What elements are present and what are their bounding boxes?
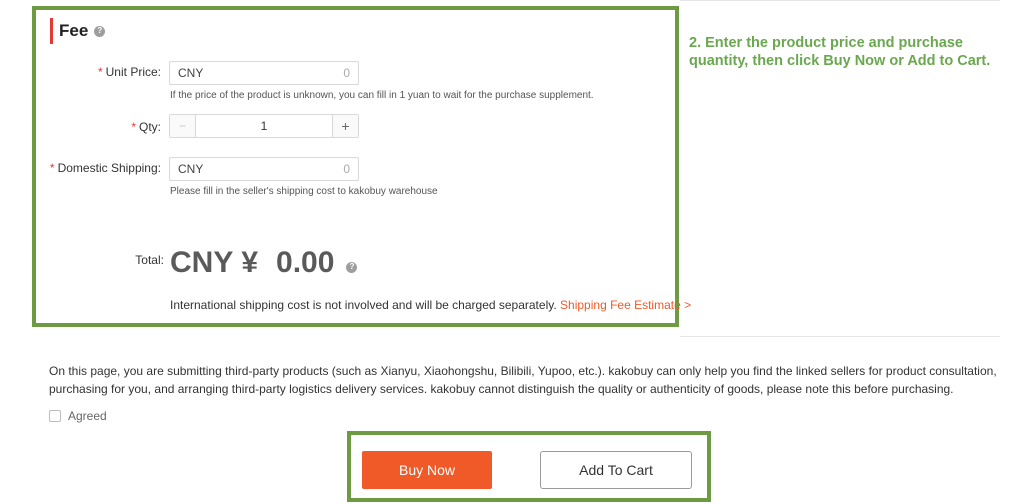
unit-price-value: 0	[343, 66, 350, 80]
agree-row[interactable]: Agreed	[49, 409, 107, 423]
fee-section: Fee ? * Unit Price: CNY 0 If the price of…	[32, 6, 691, 327]
domestic-shipping-value: 0	[343, 162, 350, 176]
unit-price-label: * Unit Price:	[97, 65, 161, 79]
fee-heading: Fee ?	[50, 18, 106, 44]
increase-qty-button[interactable]: +	[332, 115, 358, 137]
domestic-shipping-hint: Please fill in the seller's shipping cos…	[170, 186, 438, 197]
domestic-shipping-label: * Domestic Shipping:	[49, 161, 161, 175]
agree-label: Agreed	[68, 409, 107, 423]
third-party-disclaimer: On this page, you are submitting third-p…	[49, 364, 997, 396]
shipping-fee-estimate-link[interactable]: Shipping Fee Estimate >	[560, 298, 691, 312]
quantity-input[interactable]: 1	[196, 115, 332, 137]
action-highlight: Buy Now Add To Cart	[347, 431, 711, 502]
qty-label: * Qty:	[131, 120, 161, 134]
domestic-shipping-currency: CNY	[178, 162, 204, 176]
quantity-stepper: − 1 +	[169, 114, 359, 138]
total-value: 0.00	[276, 246, 335, 279]
unit-price-hint: If the price of the product is unknown, …	[170, 90, 594, 101]
question-icon[interactable]: ?	[94, 25, 106, 37]
total-amount: CNY ¥ 0.00 ?	[170, 246, 358, 280]
buy-now-button[interactable]: Buy Now	[362, 451, 492, 489]
total-symbol: ¥	[241, 246, 259, 279]
total-label: Total:	[135, 253, 164, 267]
agree-checkbox[interactable]	[49, 410, 61, 422]
domestic-shipping-input[interactable]: CNY 0	[169, 157, 359, 181]
total-currency: CNY	[170, 246, 234, 279]
international-shipping-note: International shipping cost is not invol…	[170, 298, 692, 312]
fee-title: Fee	[59, 21, 89, 40]
decrease-qty-button[interactable]: −	[170, 115, 196, 137]
section-divider	[680, 336, 1000, 337]
add-to-cart-button[interactable]: Add To Cart	[540, 451, 692, 489]
top-divider	[680, 0, 1000, 1]
unit-price-currency: CNY	[178, 66, 204, 80]
unit-price-input[interactable]: CNY 0	[169, 61, 359, 85]
total-question-icon[interactable]: ?	[346, 261, 358, 273]
instruction-annotation: 2. Enter the product price and purchase …	[689, 35, 991, 69]
heading-accent-bar	[50, 18, 53, 44]
